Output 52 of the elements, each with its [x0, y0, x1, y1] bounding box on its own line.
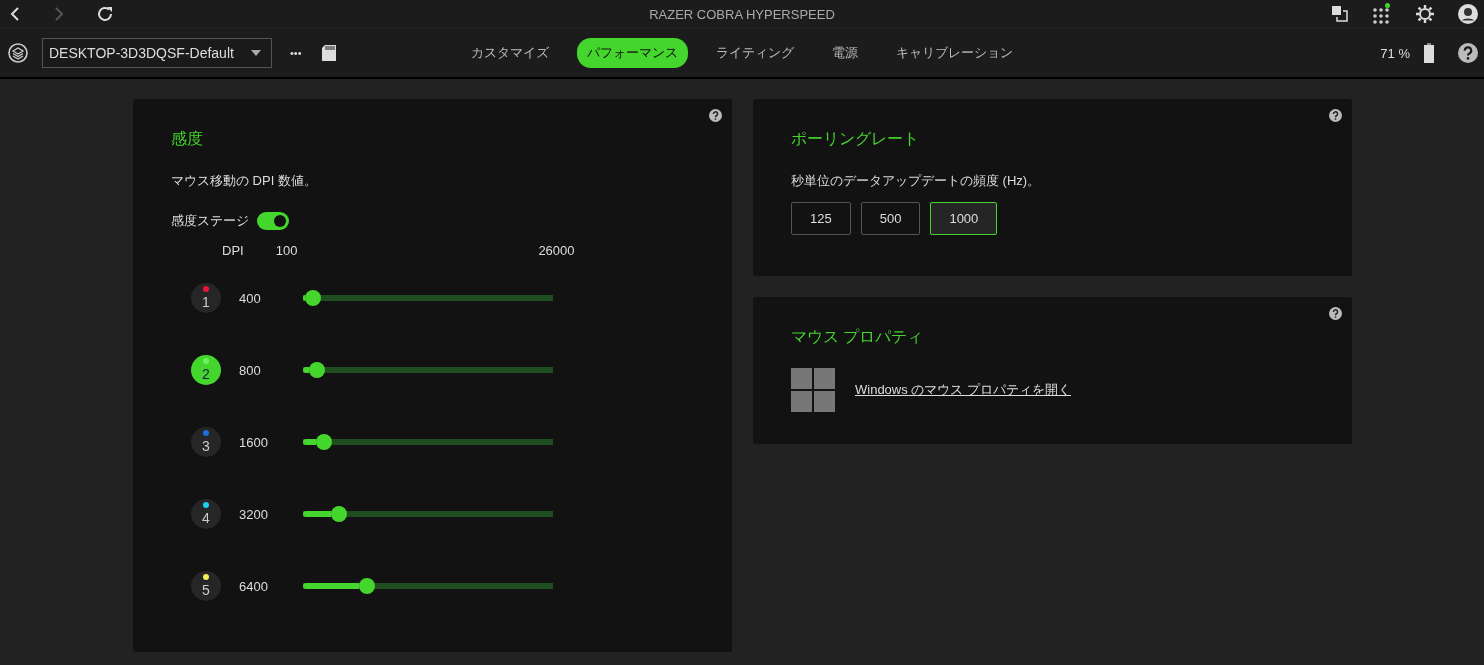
tab[interactable]: ライティング — [706, 38, 804, 68]
polling-rate-option[interactable]: 500 — [860, 202, 921, 235]
help-icon[interactable] — [709, 109, 722, 122]
battery-percentage: 71 % — [1380, 45, 1410, 61]
caret-icon — [251, 50, 261, 56]
stage-number[interactable]: 5 — [191, 571, 221, 601]
section-title: マウス プロパティ — [791, 327, 925, 347]
dpi-header: DPI — [222, 242, 244, 258]
profile-dropdown[interactable]: DESKTOP-3D3DQSF-Default — [42, 38, 272, 68]
more-options[interactable]: ••• — [290, 47, 302, 59]
refresh-icon[interactable] — [96, 4, 114, 23]
section-title: ポーリングレート — [791, 129, 920, 149]
app-grid-icon[interactable] — [1372, 2, 1392, 25]
dpi-value: 800 — [239, 362, 262, 378]
slider-max-label: 26000 — [538, 242, 575, 258]
window-title: RAZER COBRA HYPERSPEED — [649, 6, 835, 22]
dpi-value: 1600 — [239, 434, 269, 450]
help-icon[interactable] — [1329, 307, 1342, 320]
windows-logo-icon — [791, 368, 835, 412]
stage-number[interactable]: 4 — [191, 499, 221, 529]
battery-icon — [1424, 43, 1434, 63]
dpi-value: 6400 — [239, 578, 269, 594]
section-description: マウス移動の DPI 数値。 — [171, 172, 318, 190]
slider-thumb[interactable] — [316, 434, 332, 450]
user-avatar-icon[interactable] — [1458, 3, 1478, 24]
polling-rate-option[interactable]: 1000 — [930, 202, 998, 235]
section-description: 秒単位のデータアップデートの頻度 (Hz)。 — [791, 172, 1042, 190]
tab[interactable]: パフォーマンス — [577, 38, 688, 68]
open-mouse-properties-link[interactable]: Windows のマウス プロパティを開く — [855, 381, 1071, 399]
slider-thumb[interactable] — [309, 362, 325, 378]
stage-number[interactable]: 2 — [191, 355, 221, 385]
slider-thumb[interactable] — [305, 290, 321, 306]
help-icon[interactable] — [1329, 109, 1342, 122]
slider-min-label: 100 — [275, 242, 298, 258]
dpi-value: 3200 — [239, 506, 269, 522]
window-switch-icon[interactable] — [1331, 5, 1348, 22]
stage-number[interactable]: 3 — [191, 427, 221, 457]
dpi-value: 400 — [239, 290, 262, 306]
tab[interactable]: キャリブレーション — [886, 38, 1023, 68]
slider-thumb[interactable] — [359, 578, 375, 594]
layers-icon[interactable] — [8, 43, 28, 63]
memory-card-icon[interactable] — [321, 45, 336, 61]
polling-rate-option[interactable]: 125 — [791, 202, 851, 235]
toggle-label: 感度ステージ — [171, 212, 249, 230]
section-title: 感度 — [171, 129, 204, 149]
tab[interactable]: 電源 — [822, 38, 868, 68]
slider-thumb[interactable] — [331, 506, 347, 522]
stage-number[interactable]: 1 — [191, 283, 221, 313]
settings-icon[interactable] — [1416, 4, 1434, 23]
tab[interactable]: カスタマイズ — [461, 38, 559, 68]
help-icon[interactable] — [1458, 43, 1478, 63]
toggle-switch[interactable] — [257, 212, 289, 230]
